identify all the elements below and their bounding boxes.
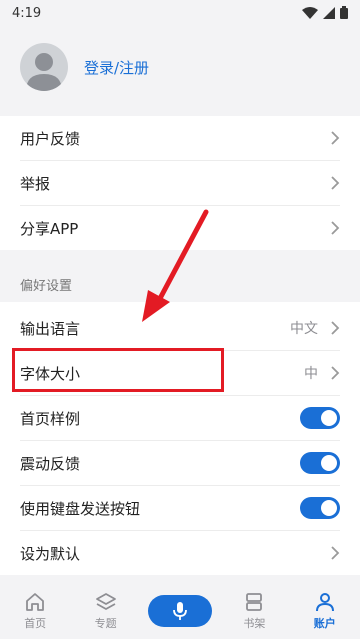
tab-account[interactable]: 账户: [297, 591, 353, 631]
setting-keyboard-send-button: 使用键盘发送按钮: [0, 486, 360, 530]
person-icon: [315, 593, 334, 612]
setting-label: 设为默认: [20, 544, 81, 563]
homepage-example-toggle[interactable]: [300, 407, 340, 429]
layers-icon: [95, 593, 116, 610]
keyboard-send-toggle[interactable]: [300, 497, 340, 519]
tab-label: 书架: [243, 617, 266, 630]
home-icon: [26, 593, 45, 611]
tab-bookshelf[interactable]: 书架: [226, 591, 282, 631]
menu-item-label: 举报: [20, 174, 51, 193]
setting-vibration-feedback: 震动反馈: [0, 441, 360, 485]
setting-value: 中文: [290, 321, 318, 337]
tab-home[interactable]: 首页: [7, 591, 63, 631]
wifi-icon: [302, 4, 318, 23]
setting-value: 中: [304, 366, 318, 382]
status-time: 4:19: [12, 5, 42, 21]
tab-label: 账户: [313, 617, 336, 630]
signal-icon: [323, 4, 335, 23]
setting-set-default[interactable]: 设为默认: [0, 531, 360, 575]
menu-item-label: 用户反馈: [20, 129, 81, 148]
chevron-right-icon: [330, 321, 340, 335]
login-register-link[interactable]: 登录/注册: [84, 57, 149, 78]
bottom-tab-bar: 首页 专题 书架 账户: [0, 583, 360, 639]
setting-homepage-example: 首页样例: [0, 396, 360, 440]
avatar-icon: [26, 53, 62, 91]
tab-label: 专题: [94, 617, 117, 630]
status-icons: [302, 4, 348, 23]
voice-input-button[interactable]: [147, 595, 212, 627]
section-gap: [0, 575, 360, 583]
menu-item-report[interactable]: 举报: [0, 161, 360, 205]
chevron-right-icon: [330, 221, 340, 235]
annotation-arrow: [142, 209, 209, 322]
setting-label: 使用键盘发送按钮: [20, 499, 141, 518]
tab-topics[interactable]: 专题: [78, 591, 134, 631]
chevron-right-icon: [330, 131, 340, 145]
status-bar: 4:19: [0, 0, 360, 26]
setting-label: 首页样例: [20, 409, 81, 428]
tab-label: 首页: [24, 617, 47, 630]
profile-header: 登录/注册: [0, 26, 360, 108]
annotation-highlight-box: [12, 348, 224, 392]
battery-icon: [340, 4, 348, 23]
section-gap: [0, 108, 360, 116]
bookshelf-icon: [246, 593, 263, 611]
chevron-right-icon: [330, 546, 340, 560]
vibration-feedback-toggle[interactable]: [300, 452, 340, 474]
chevron-right-icon: [330, 366, 340, 380]
menu-item-feedback[interactable]: 用户反馈: [0, 116, 360, 160]
avatar[interactable]: [20, 43, 68, 91]
setting-label: 震动反馈: [20, 454, 81, 473]
microphone-icon: [173, 602, 187, 620]
chevron-right-icon: [330, 176, 340, 190]
